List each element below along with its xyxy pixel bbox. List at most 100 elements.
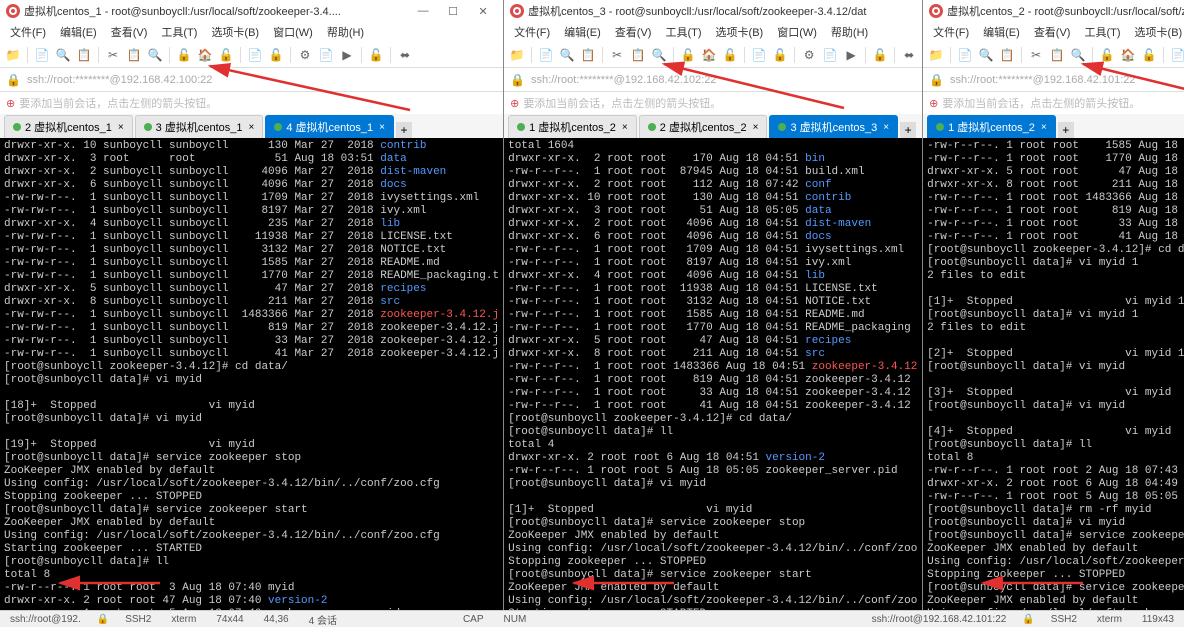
tab-close-icon[interactable]: ×: [753, 122, 759, 133]
toolbar-button[interactable]: 📄: [1169, 46, 1184, 64]
toolbar-button[interactable]: 🔓: [679, 46, 697, 64]
session-tab[interactable]: 2 虚拟机centos_1×: [4, 115, 133, 138]
addressbar[interactable]: 🔒 ssh://root:********@192.168.42.101:22: [923, 68, 1184, 92]
add-icon[interactable]: ⊕: [510, 97, 519, 110]
menu-item[interactable]: 选项卡(B): [710, 22, 770, 42]
toolbar-button[interactable]: 📄: [317, 46, 335, 64]
toolbar-button[interactable]: 📄: [537, 46, 555, 64]
tab-add-button[interactable]: +: [900, 122, 916, 138]
toolbar-button[interactable]: 🔓: [267, 46, 285, 64]
toolbar-button[interactable]: 🔓: [367, 46, 385, 64]
toolbar-button[interactable]: 📄: [750, 46, 768, 64]
tab-close-icon[interactable]: ×: [622, 122, 628, 133]
add-icon[interactable]: ⊕: [6, 97, 15, 110]
toolbar-button[interactable]: 📄: [956, 46, 974, 64]
menu-item[interactable]: 窗口(W): [267, 22, 319, 42]
toolbar-button[interactable]: ▶: [338, 46, 356, 64]
menu-item[interactable]: 文件(F): [4, 22, 52, 42]
toolbar-button[interactable]: 🔍: [1069, 46, 1087, 64]
menu-item[interactable]: 文件(F): [508, 22, 556, 42]
toolbar-button[interactable]: ⚙: [296, 46, 314, 64]
session-tab[interactable]: 3 虚拟机centos_1×: [135, 115, 264, 138]
status-connection-r: ssh://root@192.168.42.101:22: [868, 614, 1011, 625]
menu-item[interactable]: 查看(V): [609, 22, 658, 42]
toolbar-button[interactable]: 🔍: [54, 46, 72, 64]
add-icon[interactable]: ⊕: [929, 97, 938, 110]
menu-item[interactable]: 工具(T): [1078, 22, 1126, 42]
tab-close-icon[interactable]: ×: [249, 122, 255, 133]
terminal[interactable]: drwxr-xr-x. 10 sunboycll sunboycll 130 M…: [0, 138, 503, 610]
toolbar-button[interactable]: 📋: [998, 46, 1016, 64]
toolbar-button[interactable]: 🔓: [1098, 46, 1116, 64]
toolbar-button[interactable]: 🔍: [650, 46, 668, 64]
toolbar-button[interactable]: 🔓: [175, 46, 193, 64]
toolbar-button[interactable]: 🔍: [977, 46, 995, 64]
toolbar-button[interactable]: 📄: [821, 46, 839, 64]
pane-2: 虚拟机centos_3 - root@sunboycll:/usr/local/…: [504, 0, 923, 610]
toolbar-button[interactable]: 📄: [246, 46, 264, 64]
tab-close-icon[interactable]: ×: [118, 122, 124, 133]
menu-item[interactable]: 选项卡(B): [1129, 22, 1184, 42]
tab-close-icon[interactable]: ×: [379, 122, 385, 133]
tab-add-button[interactable]: +: [1058, 122, 1074, 138]
tab-add-button[interactable]: +: [396, 122, 412, 138]
toolbar-button[interactable]: 🔍: [558, 46, 576, 64]
toolbar-button[interactable]: ✂: [104, 46, 122, 64]
terminal[interactable]: -rw-r--r--. 1 root root 1585 Aug 18 04:4…: [923, 138, 1184, 610]
menu-item[interactable]: 查看(V): [1028, 22, 1077, 42]
menu-item[interactable]: 工具(T): [155, 22, 203, 42]
toolbar-button[interactable]: 🔓: [217, 46, 235, 64]
toolbar-button[interactable]: 🔓: [1140, 46, 1158, 64]
toolbar-button[interactable]: 🏠: [196, 46, 214, 64]
addressbar[interactable]: 🔒 ssh://root:********@192.168.42.100:22: [0, 68, 503, 92]
toolbar-button[interactable]: ⬌: [396, 46, 414, 64]
address-text: ssh://root:********@192.168.42.102:22: [531, 74, 716, 86]
minimize-button[interactable]: —: [409, 2, 437, 20]
session-tab[interactable]: 3 虚拟机centos_3 ×: [769, 115, 898, 138]
menu-item[interactable]: 查看(V): [105, 22, 154, 42]
menu-item[interactable]: 工具(T): [659, 22, 707, 42]
toolbar-button[interactable]: ✂: [1027, 46, 1045, 64]
toolbar-button[interactable]: 🏠: [700, 46, 718, 64]
addressbar[interactable]: 🔒 ssh://root:********@192.168.42.102:22: [504, 68, 922, 92]
toolbar-button[interactable]: ⚙: [800, 46, 818, 64]
session-tab[interactable]: 1 虚拟机centos_2×: [927, 115, 1056, 138]
menu-item[interactable]: 编辑(E): [54, 22, 103, 42]
menu-item[interactable]: 文件(F): [927, 22, 975, 42]
terminal[interactable]: total 1604 drwxr-xr-x. 2 root root 170 A…: [504, 138, 922, 610]
session-tab[interactable]: 2 虚拟机centos_2×: [639, 115, 768, 138]
close-button[interactable]: ✕: [469, 2, 497, 20]
toolbar-button[interactable]: 📁: [508, 46, 526, 64]
menu-item[interactable]: 窗口(W): [771, 22, 823, 42]
session-tab[interactable]: 4 虚拟机centos_1×: [265, 115, 394, 138]
hintbar: ⊕ 要添加当前会话，点击左侧的箭头按钮。: [504, 92, 922, 114]
toolbar-button[interactable]: 🔍: [146, 46, 164, 64]
toolbar-button[interactable]: 🔓: [721, 46, 739, 64]
toolbar-button[interactable]: ⬌: [900, 46, 918, 64]
toolbar-button[interactable]: ▶: [842, 46, 860, 64]
menu-item[interactable]: 编辑(E): [558, 22, 607, 42]
toolbar-button[interactable]: 📋: [75, 46, 93, 64]
menu-item[interactable]: 帮助(H): [321, 22, 370, 42]
menu-item[interactable]: 帮助(H): [825, 22, 874, 42]
status-sessions: 4 会话: [305, 612, 341, 627]
toolbar-button[interactable]: 📁: [4, 46, 22, 64]
maximize-button[interactable]: ☐: [439, 2, 467, 20]
tab-label: 3 虚拟机centos_3: [790, 119, 877, 135]
toolbar-button[interactable]: 🔓: [771, 46, 789, 64]
toolbar-button[interactable]: 📋: [125, 46, 143, 64]
toolbar-button[interactable]: 📋: [579, 46, 597, 64]
tab-close-icon[interactable]: ×: [1041, 122, 1047, 133]
toolbar-button[interactable]: 🔓: [871, 46, 889, 64]
toolbar-button[interactable]: 📄: [33, 46, 51, 64]
toolbar-button[interactable]: 📋: [1048, 46, 1066, 64]
toolbar-button[interactable]: 📋: [629, 46, 647, 64]
toolbar-button[interactable]: 📁: [927, 46, 945, 64]
menu-item[interactable]: 选项卡(B): [205, 22, 265, 42]
session-tab[interactable]: 1 虚拟机centos_2×: [508, 115, 637, 138]
app-icon: [929, 4, 943, 18]
tab-close-icon[interactable]: ×: [883, 122, 889, 133]
menu-item[interactable]: 编辑(E): [977, 22, 1026, 42]
toolbar-button[interactable]: ✂: [608, 46, 626, 64]
toolbar-button[interactable]: 🏠: [1119, 46, 1137, 64]
